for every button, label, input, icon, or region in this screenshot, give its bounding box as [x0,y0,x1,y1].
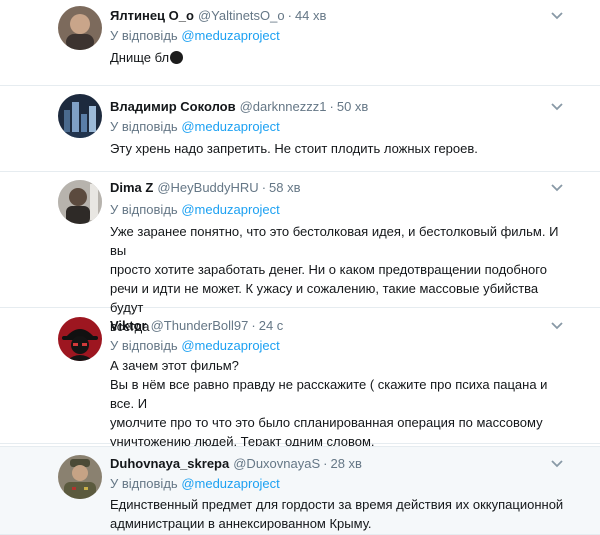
tweet-text-line: просто хотите заработать денег. Ни о как… [110,262,547,277]
reply-context: У відповідь @meduzaproject [110,202,280,218]
reply-prefix: У відповідь [110,476,178,491]
reply-prefix: У відповідь [110,28,178,43]
author-handle[interactable]: @DuxovnayaS [233,456,320,471]
author-name[interactable]: Dima Z [110,180,153,195]
tweet-text-line: Уже заранее понятно, что это бестолковая… [110,224,559,258]
mention-link[interactable]: @meduzaproject [181,338,279,353]
author-name[interactable]: Viktor [110,318,147,333]
chevron-down-icon[interactable] [550,183,564,193]
separator-dot: · [251,318,256,333]
author-handle[interactable]: @ThunderBoll97 [151,318,249,333]
author-name[interactable]: Duhovnaya_skrepa [110,456,229,471]
chevron-down-icon[interactable] [550,102,564,112]
timestamp[interactable]: 50 хв [337,99,368,114]
tweet-text-line: А зачем этот фильм? [110,358,239,373]
tweet-text: Днище бл [110,48,570,67]
tweet-text-line: умолчите про то что это было спланирован… [110,415,543,430]
reply-prefix: У відповідь [110,202,178,217]
separator-dot: · [323,456,328,471]
tweet-text-line: Днище бл [110,50,170,65]
mention-link[interactable]: @meduzaproject [181,476,279,491]
reply-prefix: У відповідь [110,338,178,353]
tweet-text: Единственный предмет для гордости за вре… [110,495,570,533]
chevron-down-icon[interactable] [550,459,564,469]
author-handle[interactable]: @HeyBuddyHRU [157,180,258,195]
tweet[interactable]: Viktor @ThunderBoll97 · 24 с У відповідь @m… [0,308,600,449]
reply-context: У відповідь @meduzaproject [110,119,280,135]
author-name[interactable]: Ялтинец О_о [110,8,194,23]
censor-blot [170,51,184,64]
author-handle[interactable]: @darknnezzz1 [240,99,327,114]
reply-context: У відповідь @meduzaproject [110,338,280,354]
mention-link[interactable]: @meduzaproject [181,28,279,43]
tweet-text-line: Вы в нём все равно правду не расскажите … [110,377,548,411]
tweet[interactable]: Dima Z @HeyBuddyHRU · 58 хв У відповідь @me… [0,172,600,334]
separator-dot: · [261,180,267,195]
chevron-down-icon[interactable] [550,11,564,21]
tweet-text: А зачем этот фильм? Вы в нём все равно п… [110,356,570,451]
tweet[interactable]: Ялтинец О_о @YaltinetsO_o · 44 хв У відпові… [0,0,600,86]
tweet-text-line: администрации в аннексированном Крыму. [110,516,372,531]
avatar[interactable] [58,317,102,361]
tweet-text-line: Эту хрень надо запретить. Не стоит плоди… [110,141,478,156]
tweet-text-line: Единственный предмет для гордости за вре… [110,497,564,512]
timestamp[interactable]: 24 с [259,318,284,333]
avatar[interactable] [58,180,102,224]
timestamp[interactable]: 44 хв [295,8,326,23]
separator-dot: · [287,8,292,23]
tweet[interactable]: Владимир Соколов @darknnezzz1 · 50 хв У від… [0,86,600,172]
timestamp[interactable]: 58 хв [269,180,300,195]
avatar[interactable] [58,94,102,138]
mention-link[interactable]: @meduzaproject [181,202,279,217]
tweet-text: Эту хрень надо запретить. Не стоит плоди… [110,139,570,158]
reply-prefix: У відповідь [110,119,178,134]
reply-context: У відповідь @meduzaproject [110,476,280,492]
author-name[interactable]: Владимир Соколов [110,99,236,114]
mention-link[interactable]: @meduzaproject [181,119,279,134]
avatar[interactable] [58,6,102,50]
tweet[interactable]: Duhovnaya_skrepa @DuxovnayaS · 28 хв У відп… [0,446,600,535]
timestamp[interactable]: 28 хв [330,456,361,471]
avatar[interactable] [58,455,102,499]
author-handle[interactable]: @YaltinetsO_o [198,8,285,23]
chevron-down-icon[interactable] [550,321,564,331]
reply-context: У відповідь @meduzaproject [110,28,280,44]
separator-dot: · [329,99,334,114]
